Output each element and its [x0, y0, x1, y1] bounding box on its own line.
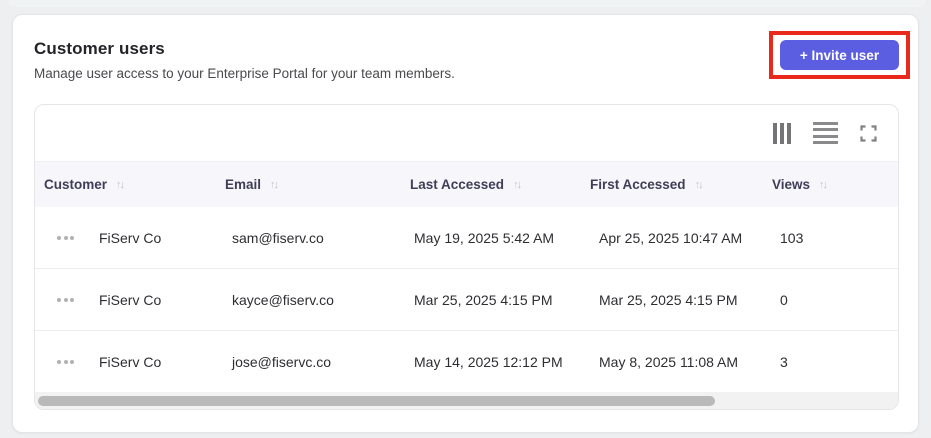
horizontal-scrollbar[interactable]	[35, 392, 898, 409]
previous-card-bottom-edge	[8, 0, 926, 7]
column-header-views[interactable]: Views ↑↓	[772, 177, 898, 192]
table-row: FiServ Co sam@fiserv.co May 19, 2025 5:4…	[35, 207, 898, 269]
horizontal-scrollbar-thumb[interactable]	[38, 395, 715, 406]
sort-icon[interactable]: ↑↓	[695, 179, 704, 191]
sort-icon[interactable]: ↑↓	[270, 179, 279, 191]
cell-first-accessed: Apr 25, 2025 10:47 AM	[599, 229, 743, 246]
cell-views: 0	[780, 291, 788, 308]
view-columns-icon[interactable]	[772, 122, 791, 144]
cell-email: kayce@fiserv.co	[232, 291, 334, 308]
table-header-row: Customer ↑↓ Email ↑↓ Last Accessed ↑↓ Fi…	[35, 161, 898, 207]
customer-users-card: Customer users Manage user access to you…	[12, 14, 919, 433]
cell-customer: FiServ Co	[99, 291, 162, 308]
cell-email: sam@fiserv.co	[232, 229, 324, 246]
table-toolbar	[35, 105, 898, 161]
cell-first-accessed: May 8, 2025 11:08 AM	[599, 353, 739, 370]
row-actions-menu-icon[interactable]	[57, 359, 74, 364]
users-table: Customer ↑↓ Email ↑↓ Last Accessed ↑↓ Fi…	[34, 104, 899, 410]
cell-customer: FiServ Co	[99, 229, 162, 246]
column-header-customer[interactable]: Customer ↑↓	[44, 177, 225, 192]
sort-icon[interactable]: ↑↓	[513, 179, 522, 191]
sort-icon[interactable]: ↑↓	[116, 179, 125, 191]
row-actions-menu-icon[interactable]	[57, 297, 74, 302]
column-header-email[interactable]: Email ↑↓	[225, 177, 410, 192]
page-title: Customer users	[34, 39, 165, 58]
annotation-highlight-box: + Invite user	[769, 31, 910, 79]
column-header-first-accessed[interactable]: First Accessed ↑↓	[590, 177, 772, 192]
cell-email: jose@fiservc.co	[232, 353, 332, 370]
sort-icon[interactable]: ↑↓	[819, 179, 828, 191]
cell-views: 103	[780, 229, 804, 246]
cell-customer: FiServ Co	[99, 353, 162, 370]
row-actions-menu-icon[interactable]	[57, 235, 74, 240]
fullscreen-icon[interactable]	[860, 124, 877, 142]
cell-last-accessed: May 14, 2025 12:12 PM	[414, 353, 563, 370]
table-row: FiServ Co jose@fiservc.co May 14, 2025 1…	[35, 331, 898, 393]
page-subtitle: Manage user access to your Enterprise Po…	[34, 66, 455, 81]
row-density-icon[interactable]	[813, 121, 838, 145]
invite-user-button[interactable]: + Invite user	[780, 40, 899, 70]
cell-views: 3	[780, 353, 788, 370]
table-row: FiServ Co kayce@fiserv.co Mar 25, 2025 4…	[35, 269, 898, 331]
cell-last-accessed: Mar 25, 2025 4:15 PM	[414, 291, 553, 308]
cell-first-accessed: Mar 25, 2025 4:15 PM	[599, 291, 738, 308]
cell-last-accessed: May 19, 2025 5:42 AM	[414, 229, 555, 246]
column-header-last-accessed[interactable]: Last Accessed ↑↓	[410, 177, 590, 192]
